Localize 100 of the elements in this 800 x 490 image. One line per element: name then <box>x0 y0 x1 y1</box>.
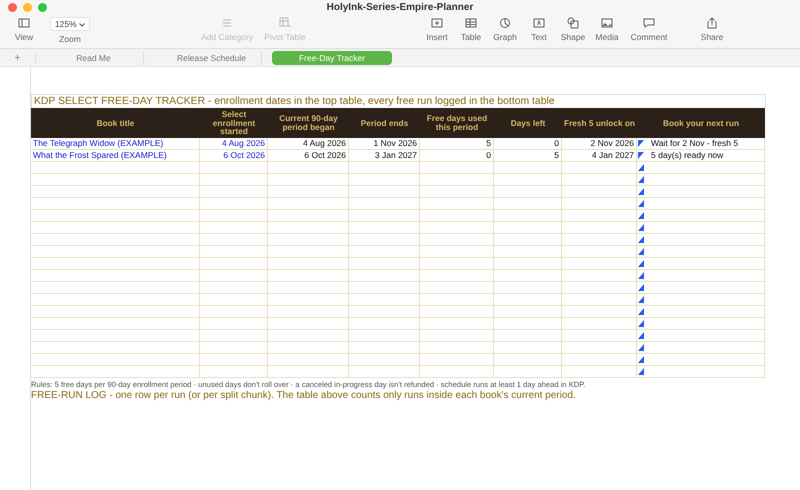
empty-cell <box>494 366 562 378</box>
empty-cell <box>349 270 420 282</box>
table-cell: 4 Aug 2026 <box>200 138 268 150</box>
corner-marker-icon <box>638 368 644 375</box>
empty-cell <box>349 198 420 210</box>
shape-tool-button[interactable]: Shape <box>556 17 590 42</box>
share-button[interactable]: Share <box>692 17 732 42</box>
corner-marker-icon <box>638 200 644 207</box>
empty-cell <box>494 258 562 270</box>
pivot-table-icon <box>279 17 291 29</box>
table-cell: 5 <box>420 138 494 150</box>
empty-cell <box>494 342 562 354</box>
empty-cell <box>349 342 420 354</box>
table-cell: Wait for 2 Nov - fresh 5 <box>637 138 765 150</box>
empty-cell <box>494 246 562 258</box>
empty-cell <box>494 270 562 282</box>
table-cell: 0 <box>494 138 562 150</box>
view-tool-button[interactable]: View <box>8 17 40 42</box>
add-sheet-button[interactable]: + <box>0 52 36 64</box>
zoom-tool-button[interactable]: 125% Zoom <box>40 17 100 44</box>
sidebar-icon <box>18 17 30 29</box>
graph-tool-button[interactable]: Graph <box>488 17 522 42</box>
minimize-button[interactable] <box>23 3 32 12</box>
empty-cell <box>349 366 420 378</box>
text-tool-button[interactable]: Text <box>522 17 556 42</box>
empty-cell <box>200 222 268 234</box>
empty-cell <box>494 162 562 174</box>
empty-cell <box>494 318 562 330</box>
empty-cell <box>349 162 420 174</box>
corner-marker-icon <box>638 248 644 255</box>
empty-cell <box>349 354 420 366</box>
empty-cell <box>200 246 268 258</box>
empty-cell <box>200 210 268 222</box>
corner-marker-icon <box>638 188 644 195</box>
empty-cell <box>349 306 420 318</box>
column-header: Fresh 5 unlock on <box>562 108 637 138</box>
table-cell: 6 Oct 2026 <box>268 150 349 162</box>
empty-cell <box>494 354 562 366</box>
empty-cell <box>349 186 420 198</box>
empty-cell <box>200 258 268 270</box>
table-cell: What the Frost Spared (EXAMPLE) <box>31 150 200 162</box>
empty-cell <box>349 318 420 330</box>
media-tool-button[interactable]: Media <box>590 17 624 42</box>
table-cell: 6 Oct 2026 <box>200 150 268 162</box>
empty-cell <box>494 294 562 306</box>
column-header: Select enrollment started <box>200 108 268 138</box>
corner-marker-icon <box>638 272 644 279</box>
list-icon <box>221 17 233 29</box>
comment-icon <box>643 17 655 29</box>
empty-cell <box>200 174 268 186</box>
column-header: Days left <box>494 108 562 138</box>
empty-cell <box>200 270 268 282</box>
column-header: Book title <box>31 108 200 138</box>
table-cell: 1 Nov 2026 <box>349 138 420 150</box>
empty-cell <box>494 330 562 342</box>
empty-cell <box>200 186 268 198</box>
corner-marker-icon <box>638 284 644 291</box>
empty-cell <box>349 246 420 258</box>
empty-cell <box>349 234 420 246</box>
sheet-tab[interactable]: Read Me <box>44 50 144 64</box>
empty-cell <box>200 366 268 378</box>
corner-marker-icon <box>638 296 644 303</box>
comment-tool-button[interactable]: Comment <box>624 17 674 42</box>
empty-cell <box>349 222 420 234</box>
table-cell: 4 Jan 2027 <box>562 150 637 162</box>
empty-cell <box>200 198 268 210</box>
corner-marker-icon <box>638 344 644 351</box>
text-box-icon <box>533 17 545 29</box>
insert-tool-button[interactable]: Insert <box>420 17 454 42</box>
corner-marker-icon <box>638 176 644 183</box>
table-icon <box>465 17 477 29</box>
maximize-button[interactable] <box>38 3 47 12</box>
column-header: Current 90-day period began <box>268 108 349 138</box>
empty-cell <box>349 210 420 222</box>
chevron-down-icon <box>79 23 86 27</box>
insert-icon <box>431 17 443 29</box>
corner-marker-icon <box>638 320 644 327</box>
zoom-value: 125% <box>50 17 90 31</box>
sheet-tab[interactable]: Release Schedule <box>162 50 262 64</box>
corner-marker-icon <box>638 332 644 339</box>
empty-cell <box>349 174 420 186</box>
empty-cell <box>200 282 268 294</box>
column-header: Period ends <box>349 108 420 138</box>
empty-cell <box>200 330 268 342</box>
table-cell: 0 <box>420 150 494 162</box>
image-icon <box>601 17 613 29</box>
corner-marker-icon <box>638 164 644 171</box>
table-cell: The Telegraph Widow (EXAMPLE) <box>31 138 200 150</box>
empty-cell <box>200 354 268 366</box>
corner-marker-icon <box>638 224 644 231</box>
corner-marker-icon <box>638 236 644 243</box>
corner-marker-icon <box>638 356 644 363</box>
table-cell: 5 <box>494 150 562 162</box>
empty-cell <box>494 210 562 222</box>
empty-cell <box>494 222 562 234</box>
empty-cell <box>494 174 562 186</box>
close-button[interactable] <box>8 3 17 12</box>
table-tool-button[interactable]: Table <box>454 17 488 42</box>
empty-cell <box>349 282 420 294</box>
corner-marker-icon <box>638 308 644 315</box>
